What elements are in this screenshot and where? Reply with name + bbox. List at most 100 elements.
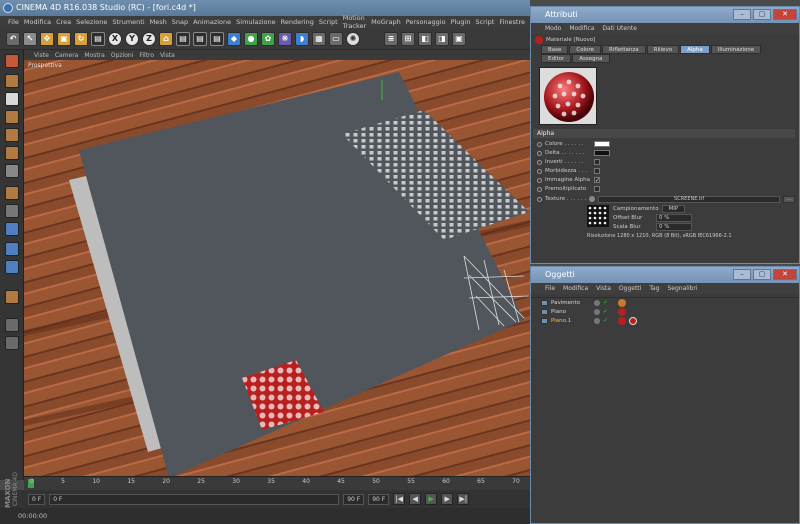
go-to-end-icon[interactable]: ▶| xyxy=(457,493,470,505)
scala-blur-field[interactable]: 0 % xyxy=(656,223,692,231)
menu-mograph[interactable]: MoGraph xyxy=(371,18,401,26)
clapper-icon[interactable]: ▤ xyxy=(91,31,105,46)
menu-script[interactable]: Script xyxy=(319,18,338,26)
camera-icon[interactable]: ▭ xyxy=(329,31,343,46)
polygons-mode-icon[interactable] xyxy=(5,146,19,160)
objects-close-icon[interactable]: ✕ xyxy=(773,269,797,280)
objects-menu-modifica[interactable]: Modifica xyxy=(563,285,588,292)
tab-base[interactable]: Base xyxy=(541,45,569,54)
object-name[interactable]: Piano.1 xyxy=(551,318,591,324)
prop-color-swatch[interactable] xyxy=(594,150,610,156)
subdivision-icon[interactable]: ● xyxy=(244,31,258,46)
enable-check-icon[interactable]: ✓ xyxy=(603,318,609,324)
material-tag-icon[interactable] xyxy=(618,308,626,316)
menu-plugin[interactable]: Plugin xyxy=(451,18,471,26)
y-axis-button[interactable]: Y xyxy=(125,31,139,46)
visibility-dots-icon[interactable] xyxy=(594,309,600,315)
prop-color-swatch[interactable] xyxy=(594,141,610,147)
menu-selezione[interactable]: Selezione xyxy=(76,18,107,26)
z-axis-button[interactable]: Z xyxy=(142,31,156,46)
visibility-dots-icon[interactable] xyxy=(594,318,600,324)
object-name[interactable]: Piano xyxy=(551,309,591,315)
texture-browse-button[interactable]: ... xyxy=(783,195,795,203)
menu-strumenti[interactable]: Strumenti xyxy=(112,18,144,26)
menu-file[interactable]: File xyxy=(8,18,19,26)
close-icon[interactable]: ✕ xyxy=(773,9,797,20)
render-settings-icon[interactable]: ▤ xyxy=(210,31,224,46)
menu-mesh[interactable]: Mesh xyxy=(150,18,167,26)
objects-menu-file[interactable]: File xyxy=(545,285,555,292)
layout-icon-5[interactable]: ▣ xyxy=(452,31,466,46)
timeline-ruler[interactable]: 0 5 10 15 20 25 30 35 40 45 50 55 60 65 70 xyxy=(24,476,530,490)
object-row[interactable]: Piano ✓ xyxy=(541,308,791,316)
attributes-menu-dati-utente[interactable]: Dati Utente xyxy=(602,25,637,32)
object-row[interactable]: Pavimento ✓ xyxy=(541,299,791,307)
workplane-mode-icon[interactable] xyxy=(5,92,19,106)
model-mode-icon[interactable] xyxy=(5,54,19,68)
render-view-icon[interactable]: ▤ xyxy=(176,31,190,46)
tab-assegna[interactable]: Assegna xyxy=(572,54,610,63)
maximize-icon[interactable]: ▢ xyxy=(753,9,771,20)
objects-menu-tag[interactable]: Tag xyxy=(649,285,659,292)
checkbox-checked[interactable]: ✓ xyxy=(594,177,600,184)
enable-check-icon[interactable]: ✓ xyxy=(603,300,609,306)
tab-rilievo[interactable]: Rilievo xyxy=(646,45,680,54)
object-name[interactable]: Pavimento xyxy=(551,300,591,306)
objects-menu-segnalibri[interactable]: Segnalibri xyxy=(668,285,698,292)
cloner-icon[interactable]: ✿ xyxy=(261,31,275,46)
offset-blur-field[interactable]: 0 % xyxy=(656,214,692,222)
menu-snap[interactable]: Snap xyxy=(172,18,188,26)
texture-options-icon[interactable] xyxy=(589,196,596,202)
viewport-menu-mostra[interactable]: Mostra xyxy=(84,52,104,59)
viewport-3d[interactable] xyxy=(24,60,530,476)
tab-riflettanza[interactable]: Riflettanza xyxy=(602,45,646,54)
menu-personaggio[interactable]: Personaggio xyxy=(406,18,446,26)
move-icon[interactable]: ✥ xyxy=(40,31,54,46)
material-tag-icon-2[interactable] xyxy=(629,317,637,325)
texture-mode-icon[interactable] xyxy=(5,74,19,88)
layer-icon[interactable] xyxy=(5,336,19,350)
viewport-menu-camera[interactable]: Camera xyxy=(55,52,79,59)
enable-check-icon[interactable]: ✓ xyxy=(603,309,609,315)
menu-rendering[interactable]: Rendering xyxy=(281,18,314,26)
checkbox[interactable] xyxy=(594,168,600,174)
prev-frame-icon[interactable]: ◀ xyxy=(409,493,422,505)
tweak-mode-icon[interactable] xyxy=(5,186,19,200)
object-row[interactable]: Piano.1 ✓ xyxy=(541,317,791,325)
layout-icon-1[interactable]: ≡ xyxy=(384,31,398,46)
viewport-menu-opzioni[interactable]: Opzioni xyxy=(111,52,134,59)
end-frame-field-2[interactable]: 90 F xyxy=(368,493,390,505)
layout-icon-3[interactable]: ◧ xyxy=(418,31,432,46)
render-picture-viewer-icon[interactable]: ▤ xyxy=(193,31,207,46)
viewport-menu-vista[interactable]: Vista xyxy=(160,52,175,59)
spline-icon[interactable]: ◗ xyxy=(295,31,309,46)
deformer-icon[interactable]: ❋ xyxy=(278,31,292,46)
floor-icon[interactable]: ▦ xyxy=(312,31,326,46)
viewport-solo-icon[interactable] xyxy=(5,260,19,274)
menu-simulazione[interactable]: Simulazione xyxy=(236,18,276,26)
objects-minimize-icon[interactable]: – xyxy=(733,269,751,280)
layout-icon-4[interactable]: ◨ xyxy=(435,31,449,46)
x-axis-button[interactable]: X xyxy=(108,31,122,46)
frame-range-slider[interactable]: 0 F xyxy=(49,493,340,505)
tab-colore[interactable]: Colore xyxy=(569,45,602,54)
minimize-icon[interactable]: – xyxy=(733,9,751,20)
menu-crea[interactable]: Crea xyxy=(56,18,71,26)
play-icon[interactable]: ▶ xyxy=(425,493,438,505)
menu-modifica[interactable]: Modifica xyxy=(24,18,51,26)
rotate-icon[interactable]: ↻ xyxy=(74,31,88,46)
light-icon[interactable]: ✺ xyxy=(346,31,360,46)
selection-filter-icon[interactable] xyxy=(5,242,19,256)
lock-workplane-icon[interactable] xyxy=(5,290,19,304)
material-tag-icon[interactable] xyxy=(618,317,626,325)
next-frame-icon[interactable]: ▶ xyxy=(441,493,454,505)
viewport-menu-viste[interactable]: Viste xyxy=(34,52,49,59)
menu-animazione[interactable]: Animazione xyxy=(193,18,231,26)
edges-mode-icon[interactable] xyxy=(5,128,19,142)
menu-script[interactable]: Script xyxy=(475,18,494,26)
prop-anim-dot[interactable] xyxy=(537,186,542,192)
points-mode-icon[interactable] xyxy=(5,110,19,124)
prop-anim-dot[interactable] xyxy=(537,141,542,147)
tab-alpha[interactable]: Alpha xyxy=(680,45,710,54)
attributes-menu-modo[interactable]: Modo xyxy=(545,25,561,32)
